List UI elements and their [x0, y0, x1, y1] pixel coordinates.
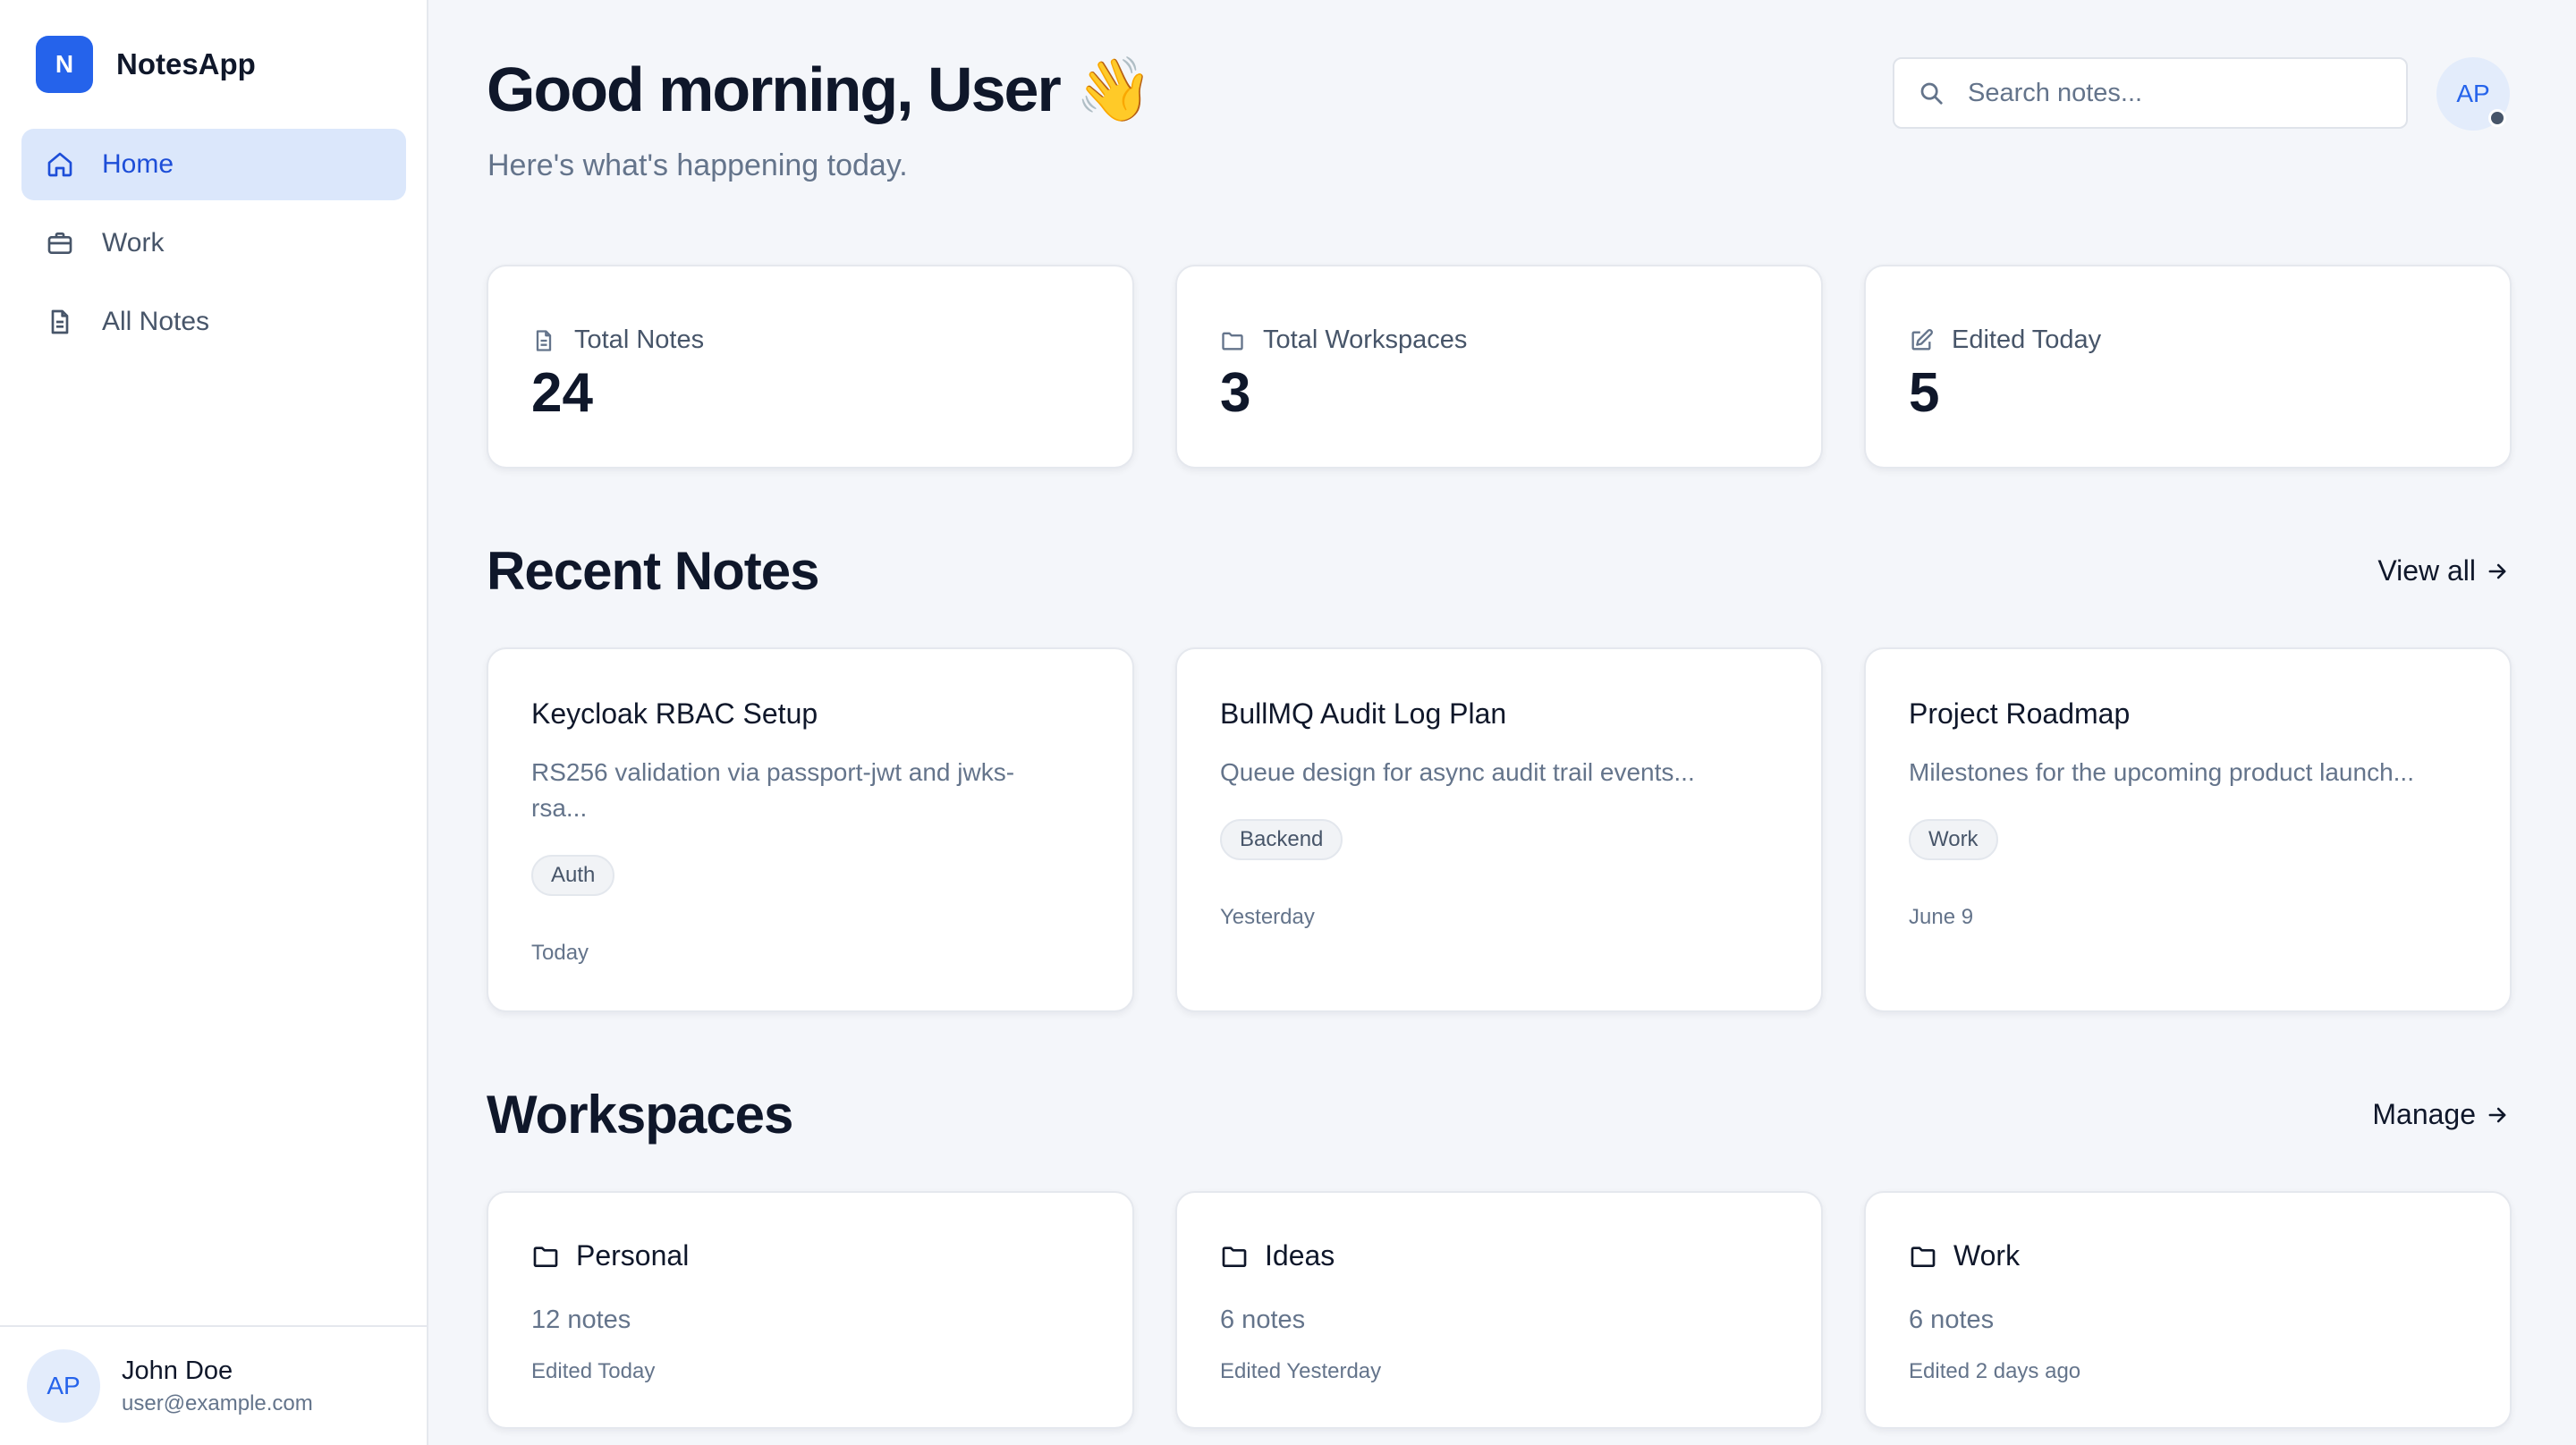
note-date: June 9: [1909, 905, 1974, 929]
search-input[interactable]: [1968, 78, 2388, 108]
stat-label-text: Total Notes: [574, 325, 705, 354]
note-tag: Auth: [531, 855, 615, 896]
note-tag: Backend: [1220, 819, 1343, 860]
note-card[interactable]: Project Roadmap Milestones for the upcom…: [1864, 647, 2512, 1012]
workspace-edited: Edited Yesterday: [1220, 1359, 1382, 1383]
sidebar-item-label: Home: [102, 149, 174, 179]
workspace-title: Ideas: [1220, 1239, 1335, 1272]
stat-value: 3: [1220, 362, 1251, 424]
stat-card-total-workspaces: Total Workspaces 3: [1175, 265, 1823, 469]
edit-icon: [1909, 328, 1952, 353]
note-description: RS256 validation via passport-jwt and jw…: [531, 758, 1015, 822]
brand[interactable]: N NotesApp: [36, 36, 256, 93]
stat-label: Total Workspaces: [1220, 325, 1467, 355]
note-date: Today: [531, 941, 589, 965]
avatar: AP: [27, 1349, 100, 1423]
sidebar-item-work[interactable]: Work: [21, 207, 406, 279]
document-icon: [45, 307, 75, 337]
user-info: John Doe user@example.com: [122, 1356, 313, 1416]
note-description: Queue design for async audit trail event…: [1220, 758, 1695, 786]
arrow-right-icon: [2476, 559, 2510, 584]
sidebar-item-all-notes[interactable]: All Notes: [21, 286, 406, 358]
manage-label: Manage: [2372, 1098, 2476, 1130]
folder-icon: [1220, 1242, 1265, 1271]
note-title: BullMQ Audit Log Plan: [1220, 697, 1507, 730]
search-icon: [1918, 80, 1945, 106]
note-title: Project Roadmap: [1909, 697, 2131, 730]
note-card[interactable]: Keycloak RBAC Setup RS256 validation via…: [487, 647, 1134, 1012]
note-title: Keycloak RBAC Setup: [531, 697, 818, 730]
document-icon: [531, 328, 574, 353]
stat-label: Edited Today: [1909, 325, 2101, 355]
stat-label-text: Edited Today: [1952, 325, 2102, 354]
app-logo: N: [36, 36, 93, 93]
stat-value: 24: [531, 362, 593, 424]
note-date: Yesterday: [1220, 905, 1315, 929]
user-profile[interactable]: AP John Doe user@example.com: [0, 1325, 427, 1445]
workspace-edited: Edited Today: [531, 1359, 656, 1383]
status-indicator: [2488, 109, 2506, 127]
arrow-right-icon: [2476, 1103, 2510, 1128]
briefcase-icon: [45, 228, 75, 258]
sidebar-nav: Home Work All Notes: [21, 129, 406, 365]
page-subtitle: Here's what's happening today.: [487, 148, 908, 182]
stat-label: Total Notes: [531, 325, 704, 355]
stat-label-text: Total Workspaces: [1263, 325, 1468, 354]
workspace-card[interactable]: Personal 12 notes Edited Today: [487, 1191, 1134, 1429]
sidebar-item-label: Work: [102, 228, 165, 258]
user-email: user@example.com: [122, 1390, 313, 1415]
workspaces-heading: Workspaces: [487, 1085, 793, 1145]
workspace-note-count: 12 notes: [531, 1306, 631, 1334]
stat-card-total-notes: Total Notes 24: [487, 265, 1134, 469]
note-tag: Work: [1909, 819, 1998, 860]
home-icon: [45, 149, 75, 180]
sidebar-item-home[interactable]: Home: [21, 129, 406, 200]
recent-notes-heading: Recent Notes: [487, 541, 819, 601]
workspace-title: Work: [1909, 1239, 2020, 1272]
app-name: NotesApp: [116, 47, 256, 80]
folder-icon: [531, 1242, 576, 1271]
workspace-note-count: 6 notes: [1909, 1306, 1995, 1334]
manage-link[interactable]: Manage: [2372, 1098, 2510, 1131]
workspace-note-count: 6 notes: [1220, 1306, 1306, 1334]
workspace-card[interactable]: Ideas 6 notes Edited Yesterday: [1175, 1191, 1823, 1429]
note-card[interactable]: BullMQ Audit Log Plan Queue design for a…: [1175, 647, 1823, 1012]
folder-icon: [1909, 1242, 1953, 1271]
workspace-name: Personal: [576, 1239, 690, 1272]
workspace-name: Work: [1953, 1239, 2021, 1272]
workspace-title: Personal: [531, 1239, 689, 1272]
page-title: Good morning, User 👋: [487, 55, 1153, 124]
user-name: John Doe: [122, 1356, 233, 1385]
search-box[interactable]: [1893, 57, 2408, 129]
sidebar: N NotesApp Home Work All Notes AP John D…: [0, 0, 428, 1445]
workspace-card[interactable]: Work 6 notes Edited 2 days ago: [1864, 1191, 2512, 1429]
workspace-name: Ideas: [1265, 1239, 1335, 1272]
view-all-link[interactable]: View all: [2377, 554, 2510, 587]
sidebar-item-label: All Notes: [102, 307, 210, 336]
view-all-label: View all: [2377, 554, 2476, 587]
note-description: Milestones for the upcoming product laun…: [1909, 758, 2414, 786]
stat-card-edited-today: Edited Today 5: [1864, 265, 2512, 469]
stat-value: 5: [1909, 362, 1940, 424]
folder-icon: [1220, 328, 1263, 353]
workspace-edited: Edited 2 days ago: [1909, 1359, 2081, 1383]
